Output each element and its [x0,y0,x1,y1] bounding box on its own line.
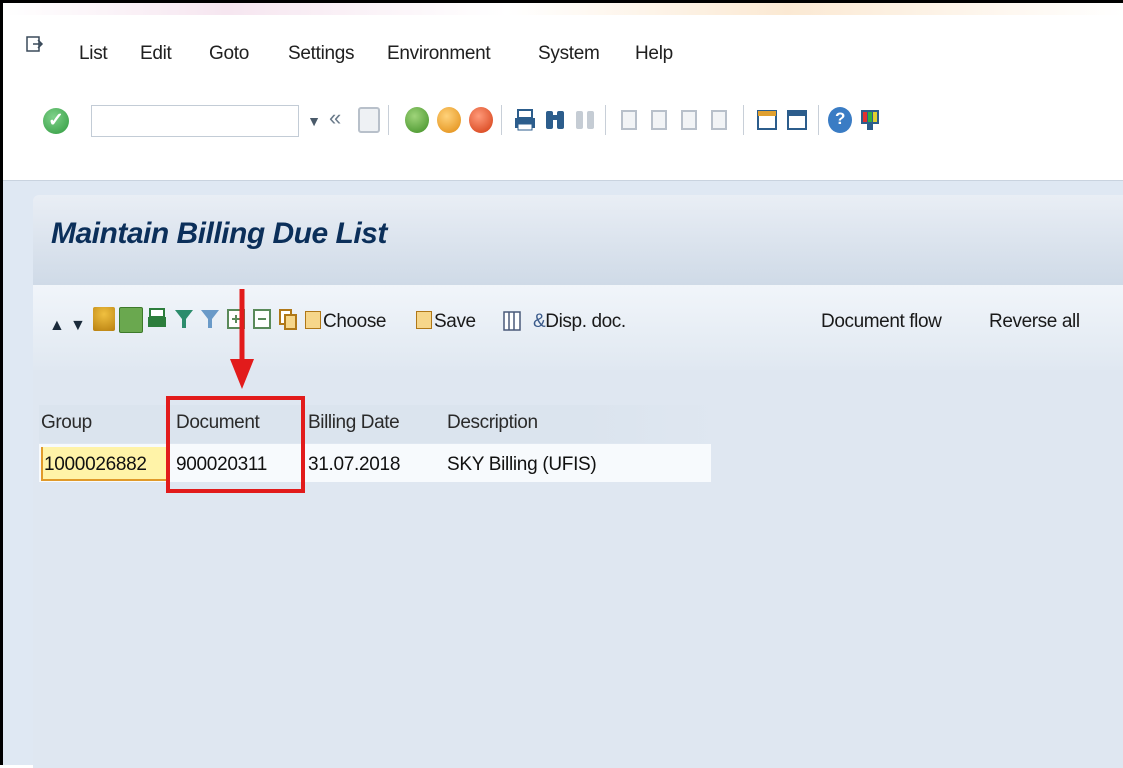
details-icon[interactable] [93,307,115,331]
cell-billing-date[interactable]: 31.07.2018 [308,454,400,476]
help-icon[interactable]: ? [828,107,852,133]
menu-system[interactable]: System [538,43,600,65]
display-document-button[interactable]: &Disp. doc. [533,311,626,333]
cell-group[interactable]: 1000026882 [44,454,147,476]
title-bar: Maintain Billing Due List [33,195,1123,285]
page-title: Maintain Billing Due List [51,217,387,250]
column-header-description[interactable]: Description [447,412,538,434]
menu-goto[interactable]: Goto [209,43,249,65]
toolbar-separator [388,105,389,135]
filter-icon[interactable] [173,307,195,331]
highlight-box [166,396,305,493]
find-next-icon[interactable] [573,107,597,133]
sort-down-icon[interactable]: ▼ [70,317,86,335]
application-toolbar: ▲ ▼ Choose Save &Disp. doc. Document flo… [33,285,1123,371]
create-session-icon[interactable] [755,107,779,133]
standard-toolbar: ▼ « ? [3,77,1123,181]
column-layout-button[interactable] [503,311,521,334]
command-field[interactable] [91,105,299,137]
exit-icon[interactable] [437,107,461,133]
toolbar-separator [743,105,744,135]
menu-environment[interactable]: Environment [387,43,491,65]
red-arrow-icon [230,289,254,389]
document-flow-button[interactable]: Document flow [821,311,942,333]
column-header-billing-date[interactable]: Billing Date [308,412,400,434]
last-page-icon[interactable] [708,107,732,133]
command-dropdown-icon[interactable]: ▼ [303,109,325,133]
shortcut-icon[interactable] [785,107,809,133]
save-doc-icon [416,311,432,329]
display-document-icon: & [533,311,546,332]
choose-label: Choose [323,311,387,332]
customize-layout-icon[interactable] [858,107,882,133]
find-icon[interactable] [543,107,567,133]
enter-icon[interactable] [43,108,69,134]
column-header-group[interactable]: Group [41,412,92,434]
cell-description[interactable]: SKY Billing (UFIS) [447,454,597,476]
menu-edit[interactable]: Edit [140,43,172,65]
display-document-label: Disp. doc. [545,311,626,332]
menu-list[interactable]: List [79,43,108,65]
sap-window: List Edit Goto Settings Environment Syst… [0,0,1123,768]
columns-icon [503,311,521,331]
toolbar-separator [605,105,606,135]
menu-settings[interactable]: Settings [288,43,355,65]
choose-button[interactable]: Choose [305,311,386,333]
next-page-icon[interactable] [678,107,702,133]
menu-entry-icon[interactable] [25,35,45,55]
reverse-all-button[interactable]: Reverse all [989,311,1080,333]
choose-icon [305,311,321,329]
collapse-icon[interactable]: « [329,105,341,131]
previous-page-icon[interactable] [648,107,672,133]
save-button[interactable]: Save [416,311,476,333]
filter-set-icon[interactable] [199,307,221,331]
select-icon[interactable] [119,307,143,333]
toolbar-separator [818,105,819,135]
print-list-icon[interactable] [146,307,168,331]
save-icon[interactable] [358,107,380,133]
copy-icon[interactable] [277,307,299,331]
cancel-icon[interactable] [469,107,493,133]
print-icon[interactable] [513,107,537,133]
top-band [3,3,1123,15]
first-page-icon[interactable] [618,107,642,133]
sort-up-icon[interactable]: ▲ [49,317,65,335]
menu-bar: List Edit Goto Settings Environment Syst… [3,15,1123,77]
toolbar-separator [501,105,502,135]
menu-help[interactable]: Help [635,43,673,65]
back-icon[interactable] [405,107,429,133]
save-label: Save [434,311,476,332]
